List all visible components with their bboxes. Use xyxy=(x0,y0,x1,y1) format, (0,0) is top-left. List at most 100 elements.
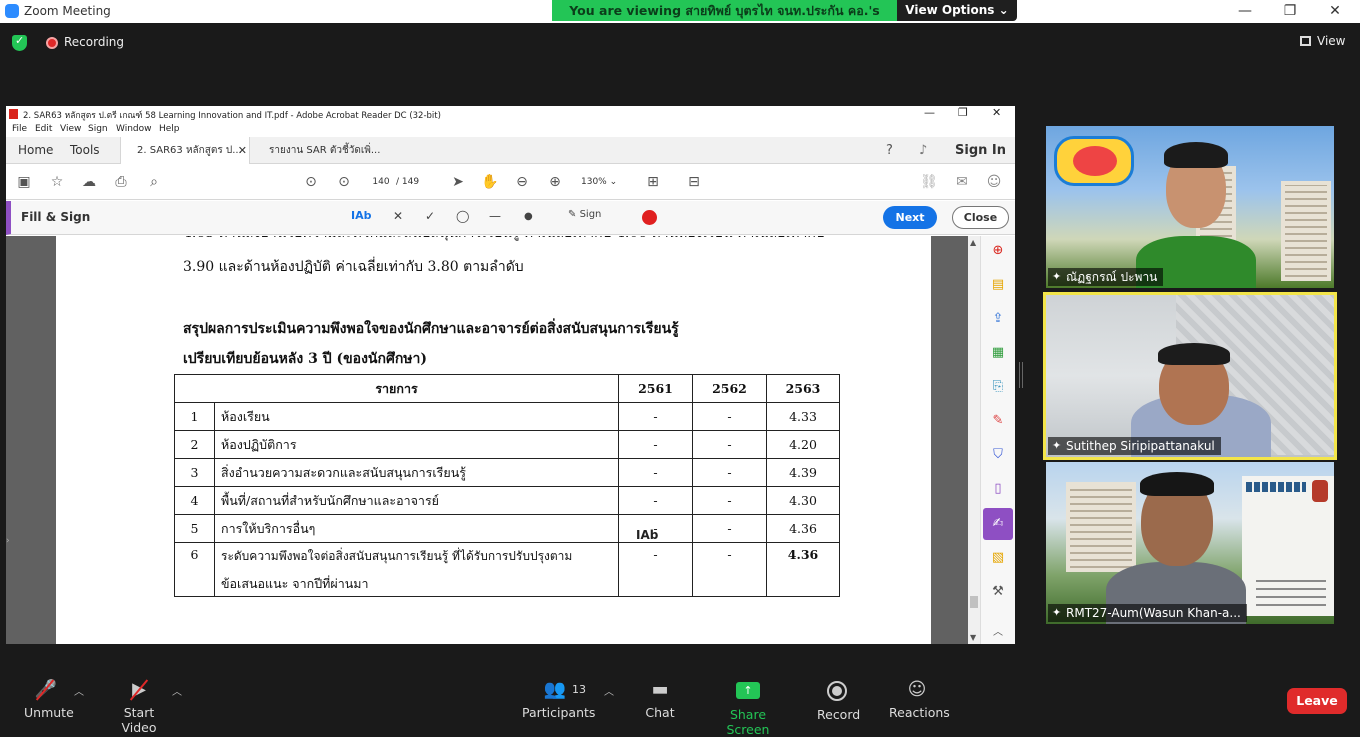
document-icon[interactable]: ▯ xyxy=(989,480,1007,498)
building-shape xyxy=(1281,181,1331,281)
audio-options-caret-icon[interactable]: ︿ xyxy=(74,683,84,698)
zoom-out-icon[interactable]: ⊖ xyxy=(513,173,531,191)
next-button[interactable]: Next xyxy=(883,206,937,229)
tab-tools[interactable]: Tools xyxy=(70,137,100,164)
unmute-label: Unmute xyxy=(24,705,74,720)
ink-color-swatch[interactable] xyxy=(642,210,657,225)
fill-sign-pen-icon[interactable]: ✍ xyxy=(983,508,1013,540)
view-layout-button[interactable]: View xyxy=(1300,34,1345,48)
acrobat-restore-icon[interactable]: ❐ xyxy=(958,106,968,119)
share-screen-button[interactable]: ↑ Share Screen xyxy=(712,679,784,737)
tab-home[interactable]: Home xyxy=(18,137,53,164)
cross-mark-icon[interactable]: ✕ xyxy=(393,209,403,223)
scroll-mode-icon[interactable]: ⊟ xyxy=(685,173,703,191)
bookmark-star-icon[interactable]: ☆ xyxy=(48,173,66,191)
sign-tool-button[interactable]: ✎ Sign xyxy=(568,209,601,220)
save-icon[interactable]: ▣ xyxy=(15,173,33,191)
video-tile-3[interactable]: ✦ RMT27-Aum(Wasun Khan-a... xyxy=(1046,462,1334,624)
page-fit-icon[interactable]: ⊞ xyxy=(644,173,662,191)
print-icon[interactable]: ⎙ xyxy=(112,173,130,191)
sign-in-button[interactable]: Sign In xyxy=(955,137,1006,164)
hand-tool-icon[interactable]: ✋ xyxy=(481,173,499,191)
table-row: 3 สิ่งอำนวยความสะดวกและสนับสนุนการเรียนร… xyxy=(174,458,840,487)
send-file-icon[interactable]: ▧ xyxy=(989,549,1007,567)
video-options-caret-icon[interactable]: ︿ xyxy=(172,683,182,698)
next-page-icon[interactable]: ⊙ xyxy=(335,173,353,191)
zoom-in-icon[interactable]: ⊕ xyxy=(546,173,564,191)
organize-pages-icon[interactable]: ▦ xyxy=(989,344,1007,362)
chat-bubble-icon: ▬ xyxy=(651,679,669,700)
document-viewport[interactable]: › 4.65 ด้านสิ่งอำนวยความสะดวกและสนับสนุน… xyxy=(6,236,980,644)
tab-close-icon[interactable]: ✕ xyxy=(238,137,247,164)
leave-button[interactable]: Leave xyxy=(1287,688,1347,714)
paragraph-line-1: 4.65 ด้านสิ่งอำนวยความสะดวกและสนับสนุนกา… xyxy=(183,236,825,244)
link-icon[interactable]: ⛓ xyxy=(920,173,938,191)
unmute-button[interactable]: 🎤 Unmute xyxy=(24,679,74,720)
reactions-button[interactable]: ☺ Reactions xyxy=(889,679,950,720)
header-2561: 2561 xyxy=(618,374,693,403)
add-text-tool[interactable]: IAb xyxy=(351,209,371,222)
security-shield-icon[interactable] xyxy=(12,34,27,51)
maximize-icon[interactable]: ❐ xyxy=(1280,2,1300,20)
add-user-icon[interactable]: ☺ xyxy=(985,173,1003,191)
menu-file[interactable]: File xyxy=(12,124,27,134)
menu-edit[interactable]: Edit xyxy=(35,124,52,134)
panel-resize-handle[interactable] xyxy=(1019,362,1023,388)
acrobat-title-bar: 2. SAR63 หลักสูตร ป.ตรี เกณฑ์ 58 Learnin… xyxy=(6,106,1015,122)
collapse-up-icon[interactable]: ︿ xyxy=(989,624,1007,642)
scan-icon[interactable]: ⎘ xyxy=(989,378,1007,396)
find-zoom-icon[interactable]: ⌕ xyxy=(145,173,163,191)
email-icon[interactable]: ✉ xyxy=(953,173,971,191)
check-mark-icon[interactable]: ✓ xyxy=(425,209,435,223)
minimize-icon[interactable]: — xyxy=(1235,2,1255,20)
zoom-level-select[interactable]: 130% ⌄ xyxy=(581,172,627,192)
view-options-button[interactable]: View Options ⌄ xyxy=(897,0,1017,21)
left-panel-toggle-icon[interactable]: › xyxy=(6,536,16,556)
start-video-button[interactable]: ▶ Start Video xyxy=(108,679,170,735)
view-label: View xyxy=(1317,34,1346,48)
ellipse-icon[interactable]: ◯ xyxy=(456,209,469,223)
export-pdf-icon[interactable]: ⇪ xyxy=(989,310,1007,328)
row-2563: 4.36 xyxy=(766,514,840,543)
select-cursor-icon[interactable]: ➤ xyxy=(449,173,467,191)
participant-name: RMT27-Aum(Wasun Khan-a... xyxy=(1066,606,1241,620)
participants-options-caret-icon[interactable]: ︿ xyxy=(604,683,614,698)
pen-icon: ✎ xyxy=(568,209,577,220)
help-icon[interactable]: ? xyxy=(886,137,893,164)
bell-icon[interactable]: ♪ xyxy=(919,137,927,164)
more-tools-icon[interactable]: ⚒ xyxy=(989,583,1007,601)
close-button[interactable]: Close xyxy=(952,206,1009,229)
page-number-input[interactable]: 140 xyxy=(366,172,396,192)
row-2563: 4.20 xyxy=(766,430,840,459)
acrobat-minimize-icon[interactable]: — xyxy=(924,106,935,119)
record-button[interactable]: Record xyxy=(817,679,860,722)
tab-document-2[interactable]: รายงาน SAR ตัวชี้วัดเพิ่... xyxy=(269,137,380,164)
cloud-upload-icon[interactable]: ☁ xyxy=(80,173,98,191)
vertical-scrollbar[interactable]: ▲ ▼ xyxy=(968,236,980,644)
chat-button[interactable]: ▬ Chat xyxy=(645,679,675,720)
tab-document-1[interactable]: 2. SAR63 หลักสูตร ป... ✕ xyxy=(120,137,250,164)
menu-view[interactable]: View xyxy=(60,124,81,134)
acrobat-close-icon[interactable]: ✕ xyxy=(992,106,1001,119)
previous-page-icon[interactable]: ⊙ xyxy=(302,173,320,191)
zoom-app-icon xyxy=(5,4,19,18)
video-tile-1[interactable]: ✦ ณัฏฐกรณ์ ปะพาน xyxy=(1046,126,1334,288)
line-icon[interactable]: — xyxy=(489,209,501,223)
edit-pdf-icon[interactable]: ✎ xyxy=(989,412,1007,430)
recording-bar: Recording View xyxy=(0,23,1360,63)
comment-icon[interactable]: ▤ xyxy=(989,276,1007,294)
menu-help[interactable]: Help xyxy=(159,124,180,134)
close-icon[interactable]: ✕ xyxy=(1325,2,1345,20)
menu-sign[interactable]: Sign xyxy=(88,124,108,134)
scroll-thumb[interactable] xyxy=(970,596,978,608)
video-tile-2-active-speaker[interactable]: ✦ Sutithep Siripipattanakul xyxy=(1043,292,1337,460)
scroll-up-icon[interactable]: ▲ xyxy=(970,238,976,247)
table-header-row: รายการ 2561 2562 2563 xyxy=(174,374,840,403)
create-pdf-icon[interactable]: ⊕ xyxy=(989,242,1007,260)
protect-shield-icon[interactable]: ⛉ xyxy=(989,446,1007,464)
scroll-down-icon[interactable]: ▼ xyxy=(970,633,976,642)
video-camera-off-icon: ▶ xyxy=(108,679,170,701)
participants-label: Participants xyxy=(522,705,596,720)
dot-icon[interactable]: ● xyxy=(524,211,533,222)
menu-window[interactable]: Window xyxy=(116,124,152,134)
